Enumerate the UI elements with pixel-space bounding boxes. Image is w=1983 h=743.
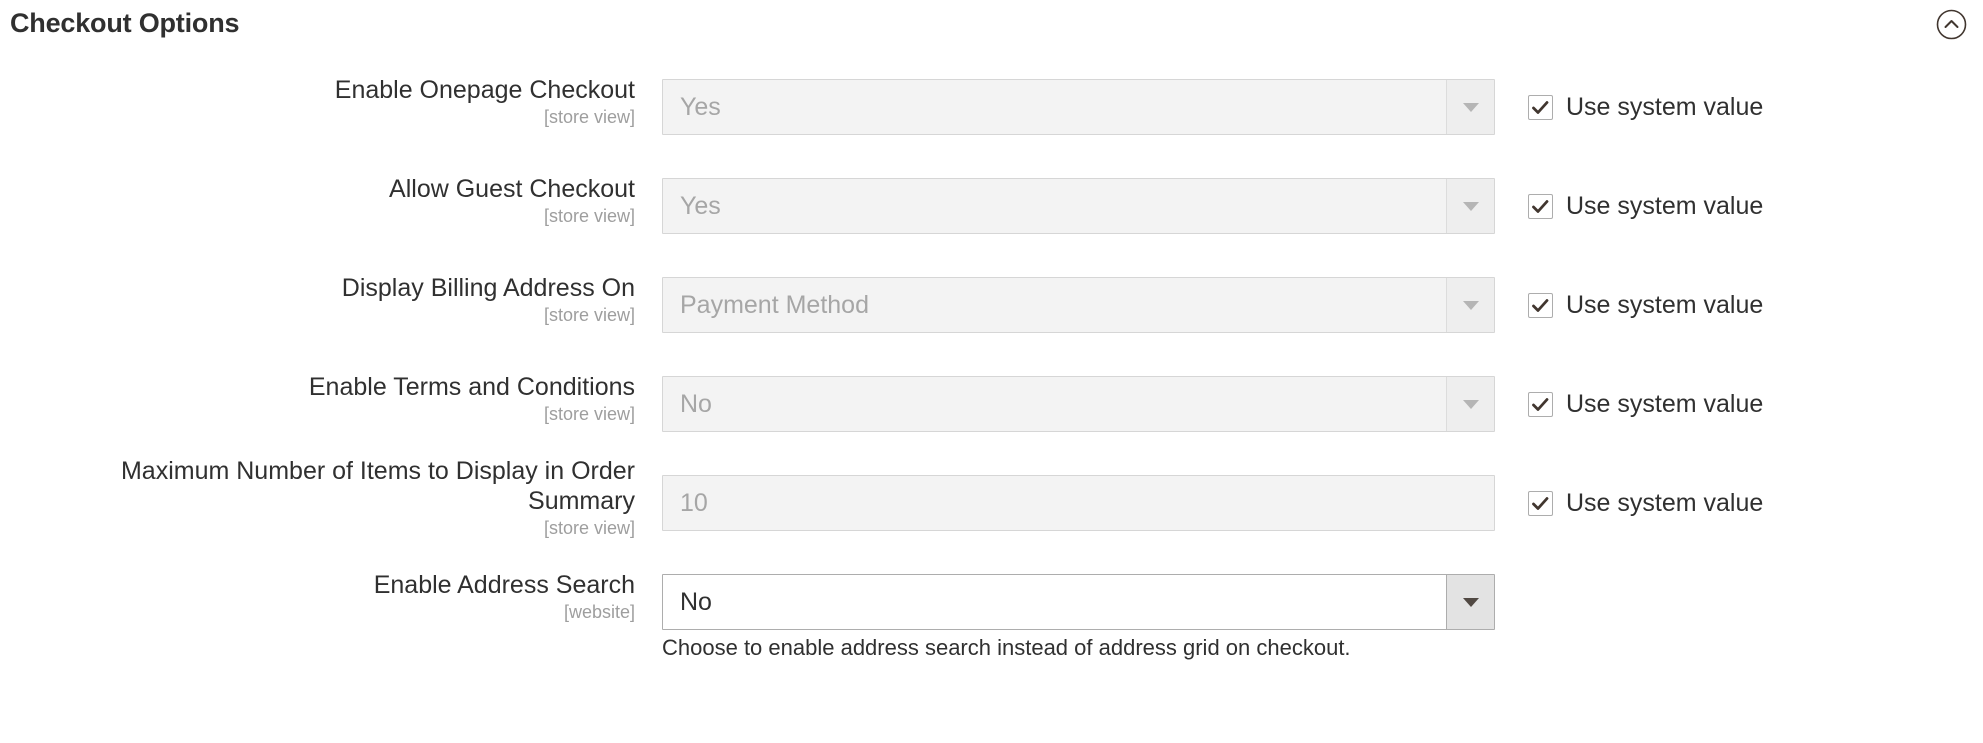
field-row: Enable Terms and Conditions [store view] N… [0,355,1983,454]
checkbox-box[interactable] [1528,95,1553,120]
use-system-value-label: Use system value [1566,291,1764,319]
use-system-value-checkbox[interactable]: Use system value [1528,291,1763,320]
select-value: Yes [680,192,721,220]
field-control: No [662,376,1495,432]
field-scope-tag: [website] [563,602,635,622]
chevron-down-icon [1446,278,1494,332]
checkbox-box[interactable] [1528,293,1553,318]
select-value: No [680,588,712,616]
field-scope-tag: [store view] [543,107,635,127]
checkbox-box[interactable] [1528,392,1553,417]
field-row: Display Billing Address On [store view] Pa… [0,256,1983,355]
chevron-down-icon [1446,179,1494,233]
chevron-down-icon[interactable] [1446,575,1494,629]
field-label: Allow Guest Checkout [store view] [15,174,635,227]
field-label: Enable Terms and Conditions [store view] [15,372,635,425]
select-disabled: Yes [662,178,1495,234]
settings-field-list: Enable Onepage Checkout [store view] Yes Us… [0,58,1983,660]
chevron-down-icon [1446,377,1494,431]
field-control: 10 [662,475,1495,531]
chevron-up-circle-icon[interactable] [1936,9,1967,40]
checkbox-box[interactable] [1528,194,1553,219]
select[interactable]: No [662,574,1495,630]
use-system-value-checkbox[interactable]: Use system value [1528,192,1763,221]
field-label-text: Enable Terms and Conditions [308,373,635,401]
field-label-text: Maximum Number of Items to Display in Or… [120,457,635,515]
field-label: Display Billing Address On [store view] [15,273,635,326]
field-scope-tag: [store view] [543,206,635,226]
field-control: Payment Method [662,277,1495,333]
use-system-value-label: Use system value [1566,390,1764,418]
field-label-text: Display Billing Address On [341,274,635,302]
use-system-value-checkbox[interactable]: Use system value [1528,93,1763,122]
select-disabled: Yes [662,79,1495,135]
field-control: Yes [662,178,1495,234]
select-disabled: Payment Method [662,277,1495,333]
checkout-options-panel: Checkout Options Enable Onepage Checkout… [0,0,1983,743]
select-value: Yes [680,93,721,121]
use-system-value-label: Use system value [1566,93,1764,121]
field-control: No [662,574,1495,630]
field-scope-tag: [store view] [543,518,635,538]
field-label-text: Allow Guest Checkout [389,175,635,203]
field-help-text: Choose to enable address search instead … [662,635,1351,660]
field-label: Enable Onepage Checkout [store view] [15,75,635,128]
page-title: Checkout Options [10,8,240,38]
input-value: 10 [680,489,708,517]
use-system-value-label: Use system value [1566,192,1764,220]
select-disabled: No [662,376,1495,432]
field-row: Maximum Number of Items to Display in Or… [0,454,1983,553]
use-system-value-checkbox[interactable]: Use system value [1528,489,1763,518]
field-row: Enable Address Search [website] No Choose t… [0,553,1983,660]
field-row: Allow Guest Checkout [store view] Yes Use s… [0,157,1983,256]
select-value: No [680,390,712,418]
field-label-text: Enable Address Search [373,571,635,599]
panel-header: Checkout Options [0,0,1983,58]
checkbox-box[interactable] [1528,491,1553,516]
field-control: Yes [662,79,1495,135]
field-scope-tag: [store view] [543,404,635,424]
field-label-text: Enable Onepage Checkout [334,76,635,104]
field-label: Enable Address Search [website] [15,570,635,623]
select-value: Payment Method [680,291,869,319]
chevron-down-icon [1446,80,1494,134]
field-scope-tag: [store view] [543,305,635,325]
field-row: Enable Onepage Checkout [store view] Yes Us… [0,58,1983,157]
use-system-value-checkbox[interactable]: Use system value [1528,390,1763,419]
use-system-value-label: Use system value [1566,489,1764,517]
text-input: 10 [662,475,1495,531]
field-label: Maximum Number of Items to Display in Or… [15,456,635,539]
